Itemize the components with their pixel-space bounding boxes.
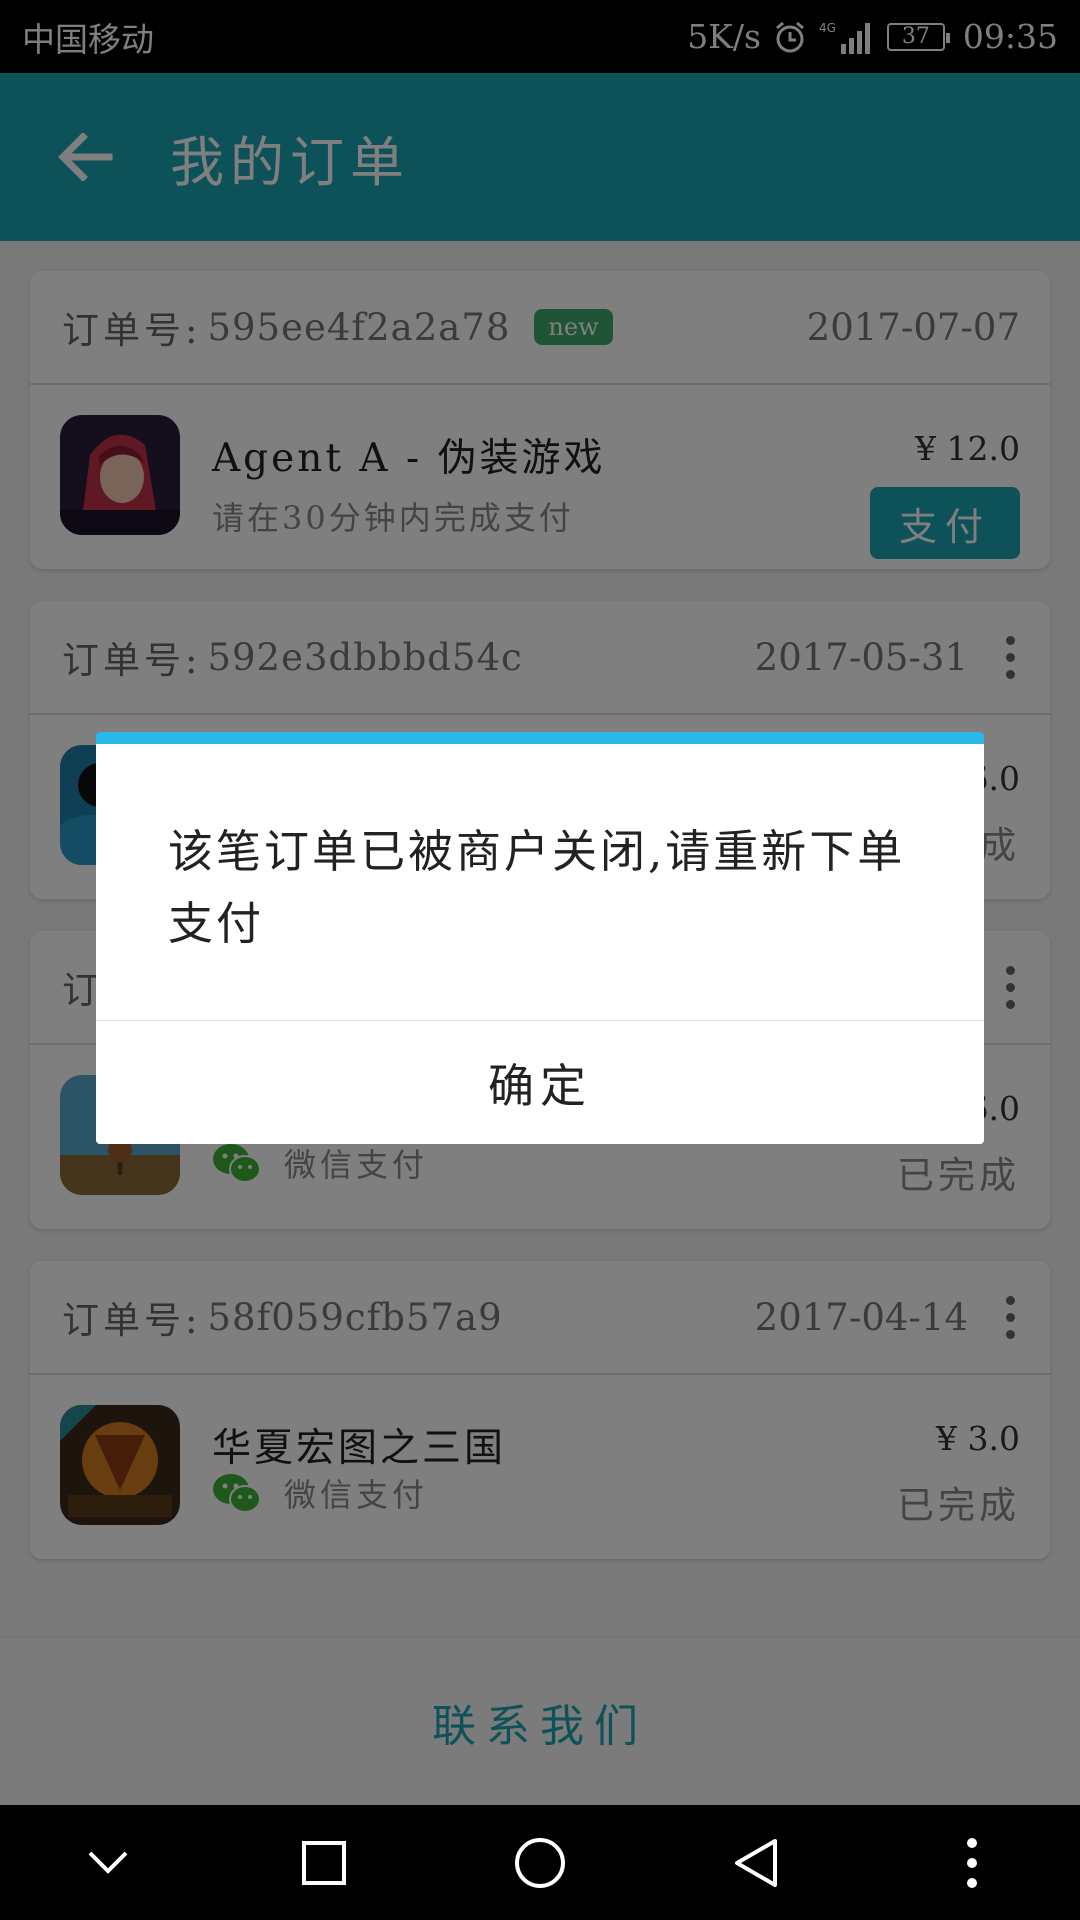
dialog-message: 该笔订单已被商户关闭,请重新下单支付 — [168, 825, 906, 950]
system-nav-bar — [0, 1805, 1080, 1920]
nav-menu-button[interactable] — [912, 1805, 1032, 1920]
nav-home-button[interactable] — [480, 1805, 600, 1920]
chevron-down-icon — [88, 1851, 128, 1874]
nav-collapse-button[interactable] — [48, 1805, 168, 1920]
home-circle-icon — [515, 1837, 565, 1888]
confirm-button[interactable]: 确定 — [96, 1021, 984, 1144]
nav-back-button[interactable] — [696, 1805, 816, 1920]
more-icon — [967, 1837, 977, 1888]
back-triangle-icon — [735, 1838, 777, 1887]
nav-recents-button[interactable] — [264, 1805, 384, 1920]
square-icon — [302, 1840, 346, 1885]
alert-dialog: 该笔订单已被商户关闭,请重新下单支付 确定 — [96, 732, 984, 1144]
